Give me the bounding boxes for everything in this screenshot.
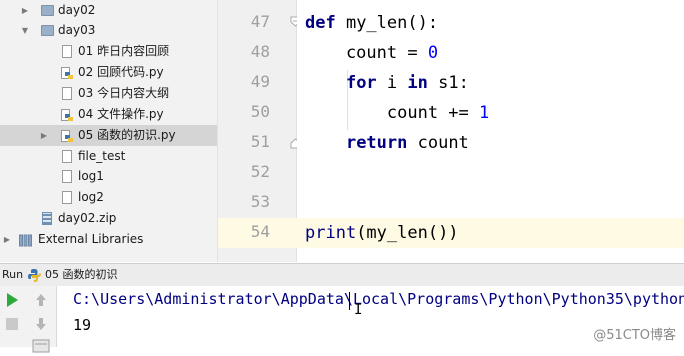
- tree-item-label: External Libraries: [38, 232, 144, 246]
- mouse-ibeam-cursor: I: [354, 302, 363, 318]
- code-line-50[interactable]: count += 1: [305, 98, 684, 128]
- tree-item-label: 01 昨日内容回顾: [78, 44, 170, 58]
- tree-item-file[interactable]: 04 文件操作.py: [0, 104, 217, 125]
- tree-item-label: 02 回顾代码.py: [78, 65, 164, 79]
- tree-item-label: day03: [58, 23, 96, 37]
- tree-item-file[interactable]: file_test: [0, 146, 217, 167]
- tree-item-file[interactable]: 01 昨日内容回顾: [0, 41, 217, 62]
- library-icon: [19, 233, 34, 247]
- project-tree: ▶ day02 ▼ day03 01 昨日内容回顾 02 回顾代码.py 03 …: [0, 0, 218, 262]
- arrow-down-icon[interactable]: [31, 314, 51, 334]
- run-console[interactable]: C:\Users\Administrator\AppData\Local\Pro…: [57, 286, 684, 347]
- arrow-up-icon[interactable]: [31, 290, 51, 310]
- tree-item-external-libraries[interactable]: ▶ External Libraries: [0, 229, 217, 250]
- code-editor[interactable]: def my_len(): count = 0 for i in s1: cou…: [297, 0, 684, 262]
- tree-item-label: log2: [78, 190, 104, 204]
- tree-item-label: day02.zip: [58, 211, 117, 225]
- tree-item-day03[interactable]: ▼ day03: [0, 20, 217, 41]
- tree-item-file[interactable]: 03 今日内容大纲: [0, 83, 217, 104]
- tree-item-file[interactable]: log1: [0, 166, 217, 187]
- text-file-icon: [62, 150, 72, 163]
- line-number: 50: [250, 102, 270, 121]
- line-number: 49: [250, 72, 270, 91]
- line-number: 54: [250, 222, 270, 241]
- text-file-icon: [62, 87, 72, 100]
- zip-file-icon: [42, 212, 52, 225]
- tree-item-file[interactable]: 02 回顾代码.py: [0, 62, 217, 83]
- console-command-line: C:\Users\Administrator\AppData\Local\Pro…: [73, 290, 684, 308]
- tree-item-label: log1: [78, 169, 104, 183]
- run-toolbar: Run 05 函数的初识: [0, 263, 684, 287]
- tree-item-file[interactable]: log2: [0, 187, 217, 208]
- code-line-48[interactable]: count = 0: [305, 38, 684, 68]
- code-line-49[interactable]: for i in s1:: [305, 68, 684, 98]
- code-line-54-current[interactable]: print(my_len()): [297, 218, 684, 248]
- run-config-name[interactable]: 05 函数的初识: [45, 264, 118, 286]
- console-output: 19: [73, 316, 92, 334]
- python-file-icon: [61, 66, 74, 79]
- chevron-right-icon[interactable]: ▶: [2, 229, 12, 250]
- line-number: 47: [250, 12, 270, 31]
- tree-item-file-selected[interactable]: ▶ 05 函数的初识.py: [0, 125, 217, 146]
- text-file-icon: [62, 45, 72, 58]
- tree-item-label: 05 函数的初识.py: [78, 128, 176, 142]
- run-tab-label[interactable]: Run: [2, 264, 23, 286]
- line-number: 48: [250, 42, 270, 61]
- tree-item-label: 04 文件操作.py: [78, 107, 164, 121]
- console-settings-icon[interactable]: [31, 336, 51, 356]
- tree-item-label: 03 今日内容大纲: [78, 86, 170, 100]
- tree-item-zip[interactable]: day02.zip: [0, 208, 217, 229]
- chevron-down-icon[interactable]: ▼: [20, 20, 30, 41]
- run-side-toolbar: [0, 286, 57, 353]
- code-line-51[interactable]: return count: [305, 128, 684, 158]
- stop-icon[interactable]: [2, 314, 22, 334]
- line-number: 51: [250, 132, 270, 151]
- python-file-icon: [61, 129, 74, 142]
- python-icon: [28, 269, 41, 282]
- python-file-icon: [61, 108, 74, 121]
- line-number: 52: [250, 162, 270, 181]
- chevron-right-icon[interactable]: ▶: [20, 0, 30, 21]
- code-line-47[interactable]: def my_len():: [305, 8, 684, 38]
- chevron-right-icon[interactable]: ▶: [39, 125, 49, 146]
- tree-item-label: day02: [58, 3, 96, 17]
- code-line-52[interactable]: [305, 158, 684, 188]
- text-cursor: [349, 292, 350, 310]
- tree-item-day02[interactable]: ▶ day02: [0, 0, 217, 21]
- text-file-icon: [62, 170, 72, 183]
- folder-icon: [41, 5, 54, 16]
- line-number: 53: [250, 192, 270, 211]
- watermark: @51CTO博客: [593, 328, 676, 343]
- code-line-53[interactable]: [305, 188, 684, 218]
- tree-item-label: file_test: [78, 149, 126, 163]
- run-icon[interactable]: [2, 290, 22, 310]
- text-file-icon: [62, 191, 72, 204]
- folder-icon: [41, 25, 54, 36]
